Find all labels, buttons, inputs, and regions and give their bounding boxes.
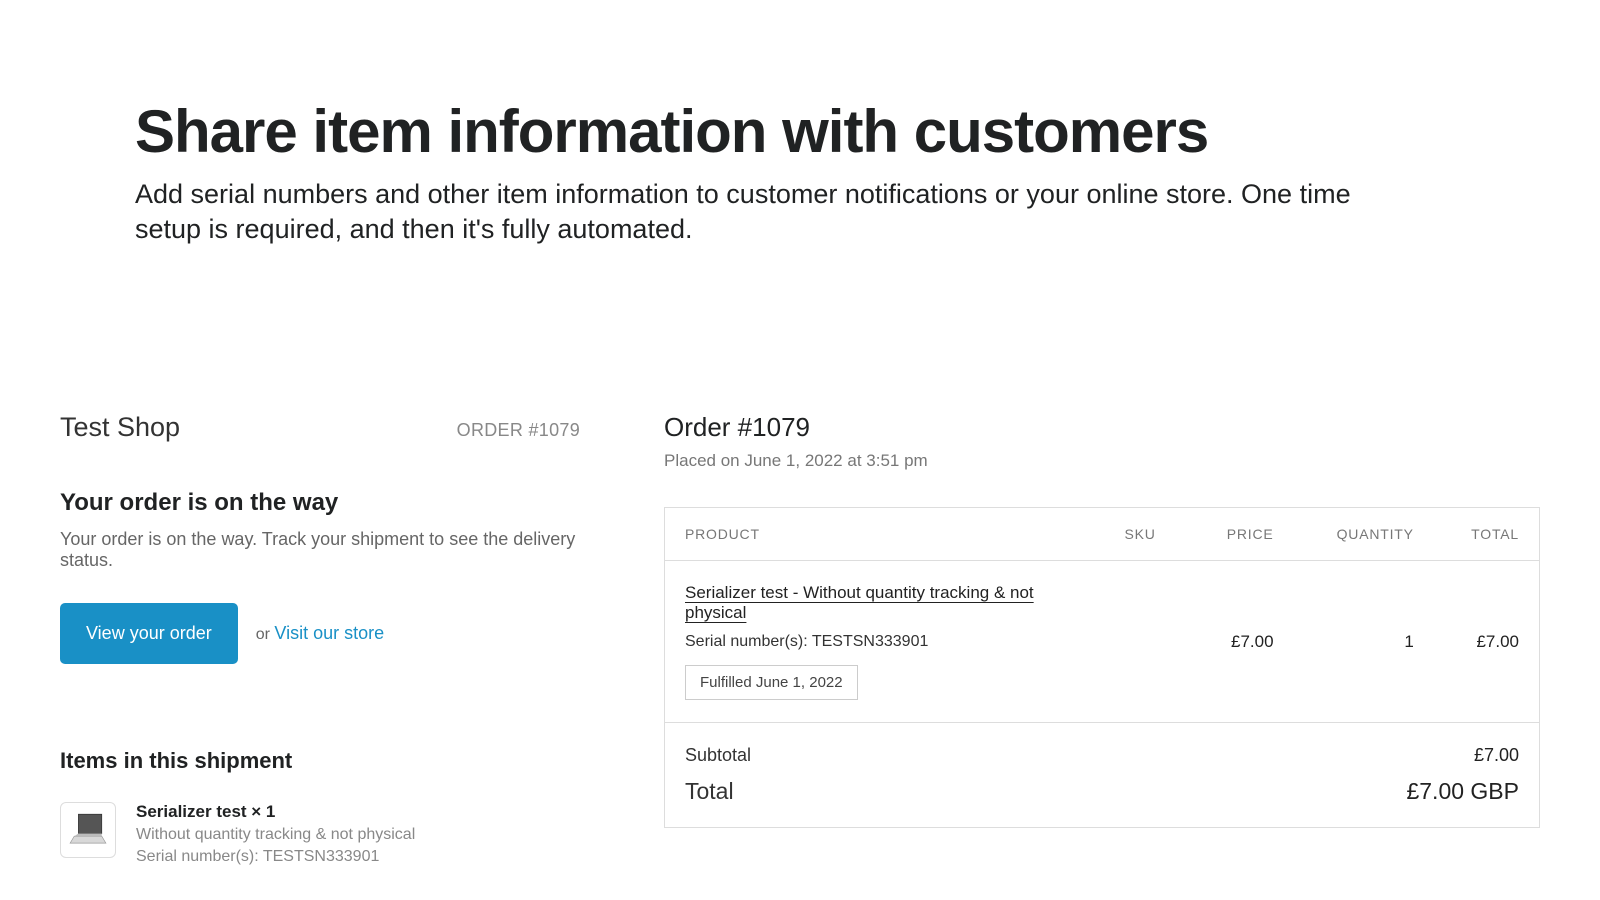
col-quantity: QUANTITY (1294, 508, 1434, 561)
visit-store-link[interactable]: Visit our store (274, 623, 384, 643)
order-title: Order #1079 (664, 412, 1540, 443)
col-price: PRICE (1190, 508, 1294, 561)
page-title: Share item information with customers (135, 100, 1465, 163)
page-subtitle: Add serial numbers and other item inform… (135, 177, 1365, 247)
shipment-item-variant: Without quantity tracking & not physical (136, 826, 415, 844)
table-row: Serializer test - Without quantity track… (665, 561, 1540, 723)
cta-alternate: or Visit our store (256, 623, 384, 644)
product-serial: Serial number(s): TESTSN333901 (685, 633, 1085, 651)
summary-total-row: Total £7.00 GBP (685, 766, 1519, 827)
total-value: £7.00 GBP (1406, 778, 1519, 805)
status-heading: Your order is on the way (60, 489, 580, 517)
cell-sku (1105, 561, 1190, 723)
col-total: TOTAL (1434, 508, 1540, 561)
page-header: Share item information with customers Ad… (0, 0, 1600, 247)
order-items-table: PRODUCT SKU PRICE QUANTITY TOTAL Seriali… (664, 507, 1540, 828)
product-name-link[interactable]: Serializer test - Without quantity track… (685, 583, 1085, 623)
cta-or-text: or (256, 626, 275, 643)
view-order-button[interactable]: View your order (60, 603, 238, 664)
subtotal-label: Subtotal (685, 745, 751, 766)
items-in-shipment-heading: Items in this shipment (60, 748, 580, 774)
shop-name: Test Shop (60, 412, 180, 443)
cell-total: £7.00 (1434, 561, 1540, 723)
cell-qty: 1 (1294, 561, 1434, 723)
order-placed-date: Placed on June 1, 2022 at 3:51 pm (664, 451, 1540, 471)
summary-subtotal-row: Subtotal £7.00 (685, 723, 1519, 766)
order-detail-panel: Order #1079 Placed on June 1, 2022 at 3:… (664, 412, 1540, 866)
status-body: Your order is on the way. Track your shi… (60, 529, 580, 571)
cell-price: £7.00 (1190, 561, 1294, 723)
laptop-icon (66, 806, 110, 855)
product-thumbnail (60, 802, 116, 858)
email-preview-panel: Test Shop ORDER #1079 Your order is on t… (60, 412, 580, 866)
shipment-item-title: Serializer test × 1 (136, 802, 415, 822)
col-product: PRODUCT (665, 508, 1105, 561)
fulfilled-badge: Fulfilled June 1, 2022 (685, 665, 858, 700)
order-number-small: ORDER #1079 (457, 420, 580, 441)
total-label: Total (685, 778, 734, 805)
shipment-item-serial: Serial number(s): TESTSN333901 (136, 848, 415, 866)
shipment-item: Serializer test × 1 Without quantity tra… (60, 802, 580, 866)
subtotal-value: £7.00 (1474, 745, 1519, 766)
col-sku: SKU (1105, 508, 1190, 561)
